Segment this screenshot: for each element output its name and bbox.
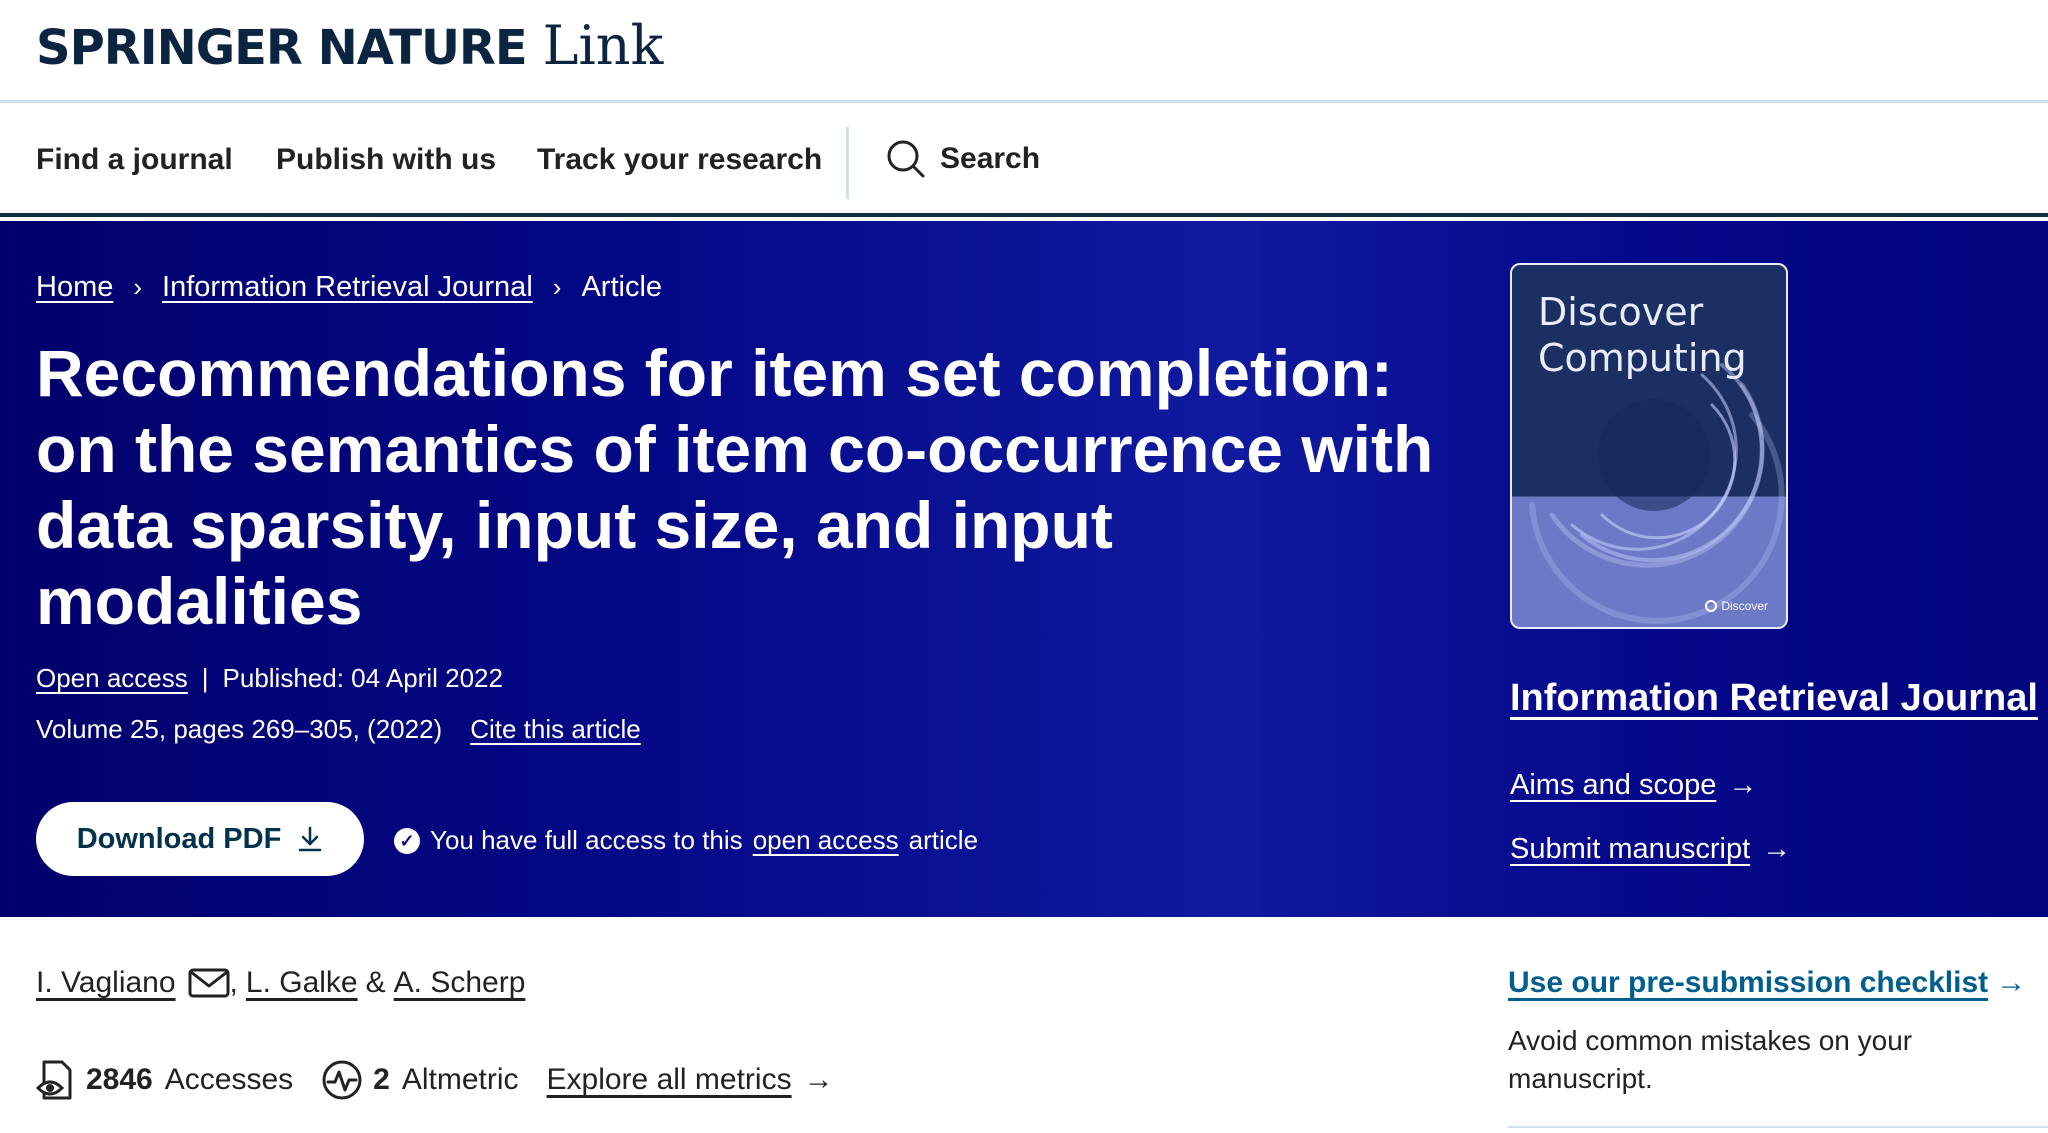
check-circle-icon: ✓ — [394, 827, 420, 854]
cover-title-line2: Computing — [1538, 336, 1747, 380]
nav-find-journal[interactable]: Find a journal — [36, 143, 233, 177]
access-prefix: You have full access to this — [430, 825, 743, 855]
submit-manuscript-link[interactable]: Submit manuscript → — [1510, 833, 1791, 866]
breadcrumb-home[interactable]: Home — [36, 271, 113, 304]
journal-cover-image[interactable]: Discover Computing Discover — [1510, 263, 1788, 629]
journal-name-link[interactable]: Information Retrieval Journal — [1510, 677, 2038, 720]
cover-title-line1: Discover — [1538, 290, 1704, 334]
cite-article-link[interactable]: Cite this article — [470, 714, 641, 745]
pre-submission-checklist-link[interactable]: Use our pre-submission checklist → — [1508, 966, 2026, 1000]
article-access-published: Open access | Published: 04 April 2022 — [36, 663, 503, 694]
breadcrumb-journal[interactable]: Information Retrieval Journal — [162, 271, 533, 304]
accesses-count: 2846 — [86, 1063, 153, 1096]
springer-nature-link-logo[interactable]: SPRINGER NATURE Link — [36, 14, 663, 77]
author-comma: , — [229, 966, 238, 999]
nav-divider — [846, 127, 849, 199]
access-suffix: article — [908, 825, 979, 855]
nav-search-button[interactable]: Search — [886, 139, 1040, 179]
arrow-right-icon: → — [1762, 833, 1792, 865]
author-scherp[interactable]: A. Scherp — [394, 966, 526, 1000]
accesses-label: Accesses — [164, 1063, 294, 1096]
chevron-right-icon: › — [552, 272, 562, 302]
arrow-right-icon: → — [1996, 966, 2027, 999]
published-date: Published: 04 April 2022 — [222, 663, 503, 693]
accesses-eye-icon — [36, 1060, 72, 1100]
download-icon — [299, 826, 322, 852]
article-volume-line: Volume 25, pages 269–305, (2022) Cite th… — [36, 714, 641, 745]
author-vagliano[interactable]: I. Vagliano — [36, 966, 176, 1000]
explore-metrics-link[interactable]: Explore all metrics — [547, 1063, 792, 1097]
nav-track-research[interactable]: Track your research — [537, 143, 822, 177]
checklist-label: Use our pre-submission checklist — [1508, 966, 1989, 999]
arrow-right-icon: → — [1728, 769, 1758, 801]
logo-brand-text: SPRINGER NATURE — [36, 20, 528, 76]
logo-product-text: Link — [542, 14, 664, 77]
download-pdf-button[interactable]: Download PDF — [36, 802, 364, 876]
arrow-right-icon: → — [803, 1063, 834, 1096]
site-header: SPRINGER NATURE Link — [0, 0, 2048, 103]
aims-scope-label: Aims and scope — [1510, 769, 1717, 801]
search-icon — [887, 140, 925, 178]
submit-manuscript-label: Submit manuscript — [1510, 833, 1751, 865]
author-ampersand: & — [365, 966, 386, 999]
breadcrumb-current: Article — [581, 271, 663, 303]
open-access-link[interactable]: Open access — [36, 663, 188, 694]
author-galke[interactable]: L. Galke — [246, 966, 358, 1000]
aims-scope-link[interactable]: Aims and scope → — [1510, 769, 1757, 802]
main-navigation: Find a journal Publish with us Track you… — [0, 103, 2048, 217]
sidebar-divider — [1508, 1126, 2048, 1128]
altmetric-label: Altmetric — [401, 1063, 519, 1096]
cover-title: Discover Computing — [1538, 289, 1747, 381]
breadcrumb: Home › Information Retrieval Journal › A… — [36, 271, 662, 304]
checklist-description: Avoid common mistakes on your manuscript… — [1508, 1025, 1913, 1094]
article-hero: Home › Information Retrieval Journal › A… — [0, 221, 2048, 917]
discover-logo-icon — [1705, 600, 1718, 612]
envelope-icon[interactable] — [188, 967, 230, 999]
cover-brand-text: Discover — [1721, 599, 1768, 613]
article-metrics: 2846 Accesses 2 Altmetric Explore all me… — [36, 1058, 834, 1102]
chevron-right-icon: › — [133, 272, 143, 302]
nav-publish-with-us[interactable]: Publish with us — [276, 143, 496, 177]
altmetric-count: 2 — [373, 1063, 390, 1096]
access-open-access-link[interactable]: open access — [753, 825, 899, 856]
volume-info: Volume 25, pages 269–305, (2022) — [36, 714, 443, 744]
author-list: I. Vagliano , L. Galke & A. Scherp — [36, 966, 525, 1000]
article-title: Recommendations for item set completion:… — [36, 336, 1434, 638]
search-label: Search — [940, 142, 1041, 175]
full-access-notice: ✓ You have full access to this open acce… — [394, 825, 978, 856]
altmetric-icon — [322, 1060, 362, 1100]
download-pdf-label: Download PDF — [76, 822, 282, 855]
meta-separator: | — [201, 663, 209, 693]
cover-brand: Discover — [1705, 599, 1768, 613]
